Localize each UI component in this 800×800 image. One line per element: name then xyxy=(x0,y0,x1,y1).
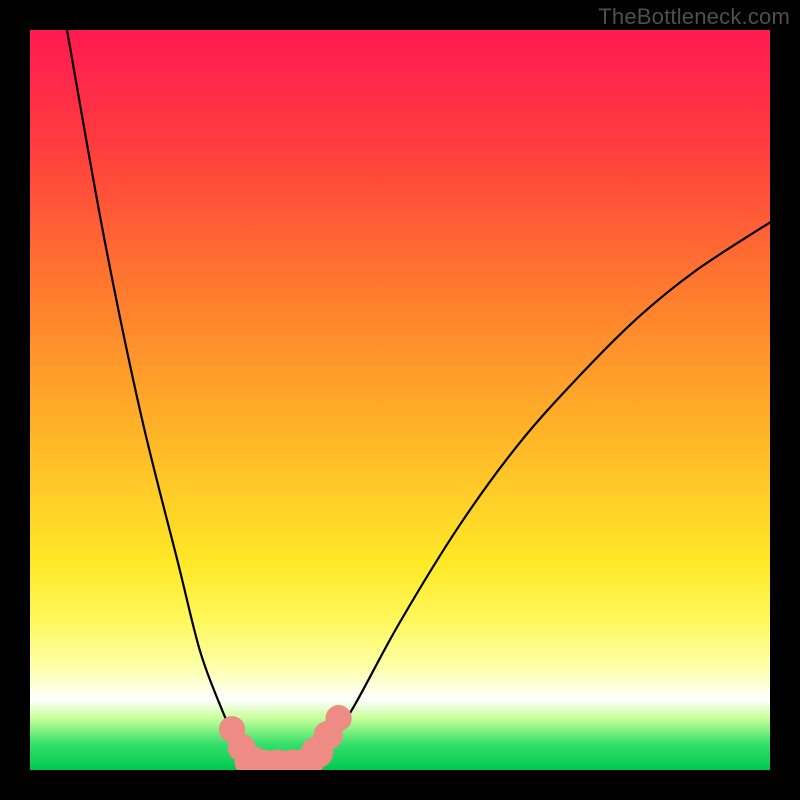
gradient-background xyxy=(30,30,770,770)
chart-svg xyxy=(30,30,770,770)
marker-dot xyxy=(325,705,351,731)
outer-frame: TheBottleneck.com xyxy=(0,0,800,800)
watermark-label: TheBottleneck.com xyxy=(598,4,790,30)
plot-area xyxy=(30,30,770,770)
